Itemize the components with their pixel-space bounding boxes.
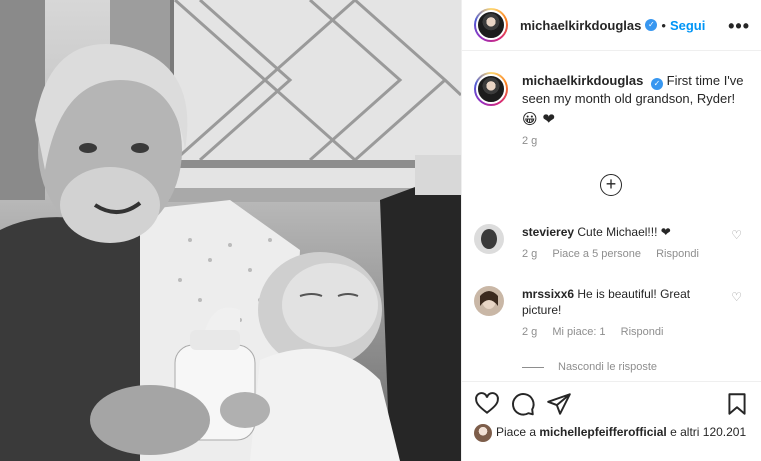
comment-likes[interactable]: Mi piace: 1	[552, 326, 605, 338]
comment-time: 2 g	[522, 248, 538, 260]
verified-badge-icon: ✓	[651, 78, 664, 90]
plus-circle-icon[interactable]: +	[600, 174, 622, 196]
caption-time: 2 g	[522, 135, 538, 147]
replies-line	[522, 366, 544, 368]
author-username[interactable]: michaelkirkdouglas	[520, 18, 641, 33]
heart-outline-icon[interactable]: ♡	[731, 290, 742, 304]
post-side-panel: michaelkirkdouglas ✓ • Segui ••• michael…	[461, 0, 761, 461]
reply-button[interactable]: Rispondi	[621, 326, 664, 338]
caption-username[interactable]: michaelkirkdouglas	[522, 73, 643, 88]
likes-suffix[interactable]: e altri 120.201	[670, 425, 746, 439]
liker-avatar[interactable]	[474, 424, 492, 442]
verified-badge-icon: ✓	[645, 19, 658, 31]
post-actions	[462, 381, 761, 425]
photo-illustration	[0, 0, 461, 461]
hide-replies-label: Nascondi le risposte	[558, 361, 658, 373]
post-photo[interactable]	[0, 0, 461, 461]
follow-button[interactable]: Segui	[670, 18, 705, 33]
caption-avatar[interactable]	[474, 72, 508, 106]
comment-text: Cute Michael!!! ❤	[577, 225, 671, 239]
comment-time: 2 g	[522, 326, 538, 338]
bookmark-icon[interactable]	[724, 391, 750, 417]
caption-emojis: 😀 ❤	[522, 110, 555, 128]
send-icon[interactable]	[546, 391, 572, 417]
author-avatar[interactable]	[474, 8, 508, 42]
likes-prefix: Piace a	[496, 425, 537, 439]
post-header: michaelkirkdouglas ✓ • Segui •••	[462, 0, 761, 51]
separator-dot: •	[661, 17, 666, 33]
comment-item: mrssixx6 He is beautiful! Great picture!…	[474, 286, 754, 338]
hide-replies-button[interactable]: Nascondi le risposte	[522, 361, 657, 373]
liker-username[interactable]: michellepfeifferofficial	[539, 425, 666, 439]
comment-icon[interactable]	[510, 391, 536, 417]
commenter-avatar[interactable]	[474, 224, 504, 254]
post-caption: michaelkirkdouglas ✓ First time I've see…	[474, 72, 754, 147]
comment-likes[interactable]: Piace a 5 persone	[552, 248, 641, 260]
heart-outline-icon[interactable]	[474, 391, 500, 417]
comment-username[interactable]: stevierey	[522, 225, 574, 239]
comment-username[interactable]: mrssixx6	[522, 287, 574, 301]
comment-item: stevierey Cute Michael!!! ❤ 2 g Piace a …	[474, 224, 754, 260]
commenter-avatar[interactable]	[474, 286, 504, 316]
heart-outline-icon[interactable]: ♡	[731, 228, 742, 242]
more-icon[interactable]: •••	[728, 16, 750, 37]
likes-summary: Piace a michellepfeifferofficial e altri…	[474, 424, 754, 442]
reply-button[interactable]: Rispondi	[656, 248, 699, 260]
